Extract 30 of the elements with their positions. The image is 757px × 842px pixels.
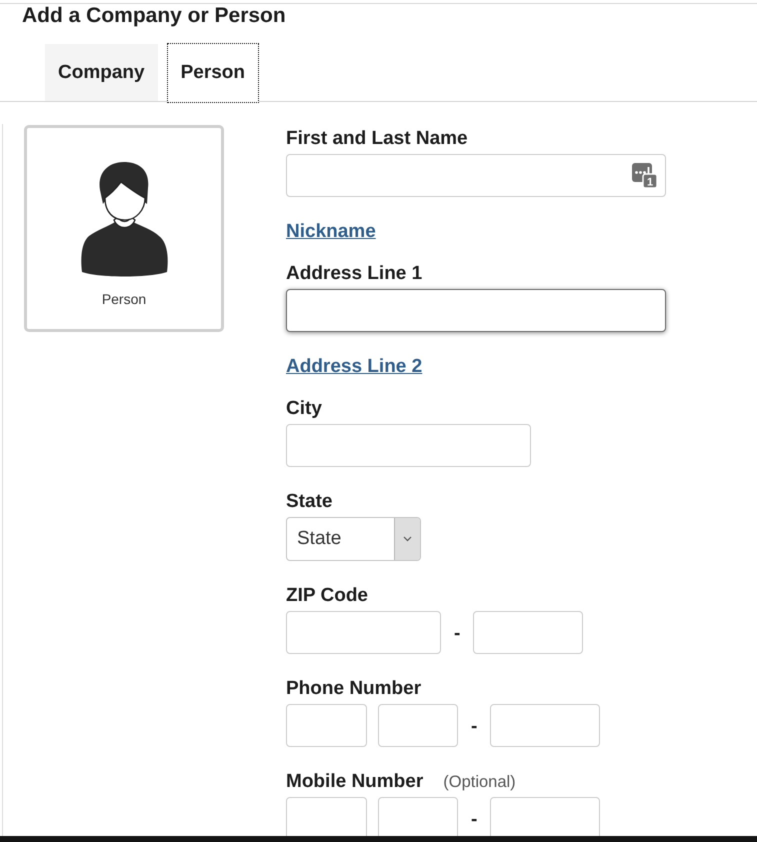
field-label: State [286,491,332,513]
dash-separator: - [471,808,478,830]
dropdown-select[interactable]: State [286,517,421,561]
field-label: ZIP Code [286,585,368,607]
field-label: Mobile Number [286,771,424,793]
chevron-down-icon[interactable] [394,518,420,560]
zip-input-field[interactable] [286,611,441,654]
field-label: First and Last Name [286,128,468,150]
field-label: Address Line 1 [286,263,422,285]
card-caption: Person [102,291,146,307]
phone-input-field[interactable] [490,797,600,836]
field-label: City [286,398,322,420]
field-link[interactable]: Address Line 2 [286,356,422,378]
optional-note: (Optional) [443,772,516,793]
tab[interactable]: Person [166,43,259,103]
phone-input-field[interactable] [490,704,600,747]
zip-input-field[interactable] [473,611,584,654]
phone-input-field[interactable] [286,797,367,836]
dash-separator: - [471,716,478,738]
text-input-field[interactable] [286,289,666,332]
person-silhouette-icon [79,160,169,277]
phone-input-field[interactable] [378,797,458,836]
field-link[interactable]: Nickname [286,221,376,243]
tab[interactable]: Company [45,44,158,101]
phone-input-field[interactable] [286,704,367,747]
dash-separator: - [454,622,460,644]
page-title: Add a Company or Person [22,4,286,28]
phone-input-field[interactable] [378,704,458,747]
text-input-field[interactable]: 1 [286,154,666,197]
field-label: Phone Number [286,678,422,700]
